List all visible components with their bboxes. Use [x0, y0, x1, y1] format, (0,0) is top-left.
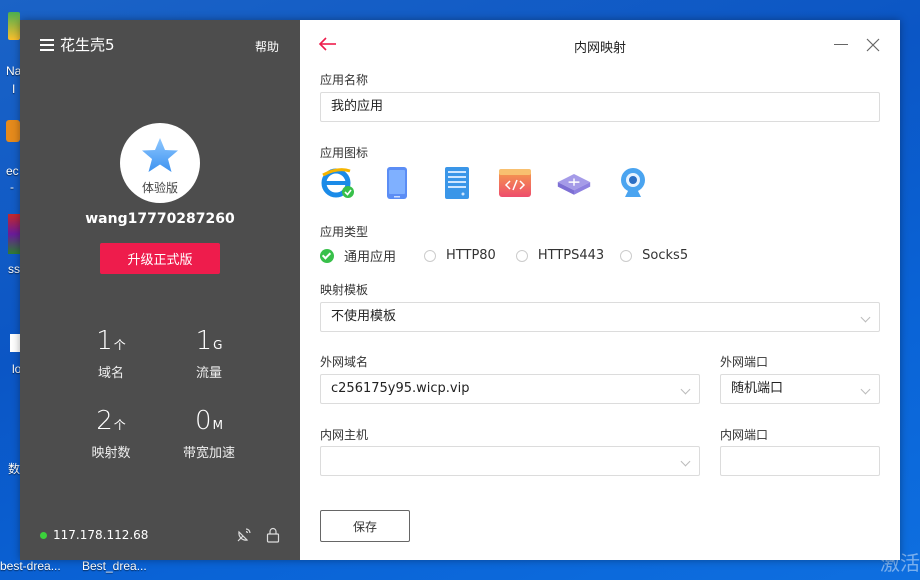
ip-address: 117.178.112.68	[53, 528, 149, 542]
stat-unit: 个	[113, 338, 126, 352]
stat-mappings: 2个 映射数	[56, 406, 166, 461]
ie-icon[interactable]	[320, 165, 356, 201]
radio-unchecked-icon	[620, 249, 633, 262]
star-icon	[142, 138, 178, 172]
radio-checked-icon	[320, 248, 334, 263]
stat-value: 0	[195, 406, 212, 436]
desktop-icon-2[interactable]	[6, 120, 20, 142]
stat-unit: 个	[113, 418, 126, 432]
radio-label: HTTPS443	[537, 248, 605, 263]
code-icon[interactable]	[497, 165, 533, 201]
username: wang17770287260	[85, 211, 235, 227]
desktop-icon-1[interactable]	[8, 12, 20, 40]
satellite-icon[interactable]	[236, 527, 252, 543]
chevron-down-icon	[860, 384, 871, 395]
stat-unit: M	[212, 418, 223, 432]
ext-port-select[interactable]: 随机端口	[720, 374, 880, 404]
app-type-label: 应用类型	[320, 225, 369, 239]
chevron-down-icon	[680, 456, 691, 467]
app-name-input[interactable]: 我的应用	[320, 92, 880, 122]
template-label: 映射模板	[320, 283, 369, 297]
radio-https443[interactable]: HTTPS443	[515, 246, 605, 265]
upgrade-button[interactable]: 升级正式版	[100, 243, 220, 274]
server-icon[interactable]	[438, 165, 474, 201]
mapping-panel: 内网映射 应用名称 我的应用 应用图标 应用类型 通用应用 HTTP80 HTT…	[300, 20, 900, 560]
domain-label: 外网域名	[320, 355, 369, 369]
host-label: 内网主机	[320, 428, 369, 442]
app-icon-label: 应用图标	[320, 146, 369, 160]
sidebar: 花生壳5 帮助 体验版 wang17770287260 升级正式版 1个 域名 …	[20, 20, 300, 560]
app-title: 花生壳5	[60, 36, 115, 54]
stat-label: 域名	[97, 366, 124, 381]
stat-value: 1	[96, 326, 113, 356]
radio-socks5[interactable]: Socks5	[620, 246, 688, 265]
host-select[interactable]	[320, 446, 700, 476]
stat-label: 映射数	[91, 446, 131, 461]
app-icon-picker	[320, 165, 651, 201]
chevron-down-icon	[680, 384, 691, 395]
desktop-icon-label: ss	[8, 262, 20, 276]
stat-bandwidth: 0M 带宽加速	[154, 406, 264, 461]
int-port-label: 内网端口	[720, 428, 769, 442]
domain-value: c256175y95.wicp.vip	[331, 381, 470, 396]
desktop-icon-label: -	[10, 180, 14, 194]
ip-status: 117.178.112.68	[40, 528, 148, 542]
template-select[interactable]: 不使用模板	[320, 302, 880, 332]
taskbar-item[interactable]: Best_drea...	[82, 559, 147, 573]
int-port-input[interactable]	[720, 446, 880, 476]
radio-general-app[interactable]: 通用应用	[320, 246, 396, 265]
domain-select[interactable]: c256175y95.wicp.vip	[320, 374, 700, 404]
minimize-icon[interactable]	[834, 44, 848, 45]
edition-label: 体验版	[141, 181, 178, 195]
help-link[interactable]: 帮助	[255, 38, 279, 55]
app-type-radio-group: 通用应用 HTTP80 HTTPS443 Socks5	[320, 246, 704, 265]
avatar[interactable]: 体验版	[120, 123, 200, 203]
phone-icon[interactable]	[379, 165, 415, 201]
panel-title: 内网映射	[573, 41, 626, 56]
stat-value: 1	[195, 326, 213, 356]
desktop-icon-label: 数	[8, 462, 21, 476]
radio-unchecked-icon	[515, 249, 528, 262]
radio-unchecked-icon	[424, 249, 437, 262]
desktop-icon-label: ec	[6, 164, 19, 178]
stat-label: 带宽加速	[182, 446, 235, 461]
desktop-icon-label: I	[12, 82, 16, 96]
desktop-icon-3[interactable]	[8, 214, 20, 254]
app-name-label: 应用名称	[320, 73, 369, 87]
radio-label: Socks5	[642, 248, 689, 263]
sidebar-header: 花生壳5	[40, 34, 115, 55]
desktop-icon-4[interactable]	[10, 334, 20, 352]
online-status-dot	[40, 531, 47, 539]
radio-http80[interactable]: HTTP80	[424, 246, 496, 265]
app-window: 花生壳5 帮助 体验版 wang17770287260 升级正式版 1个 域名 …	[20, 20, 900, 560]
lock-icon[interactable]	[266, 527, 280, 543]
stat-domains: 1个 域名	[56, 326, 166, 381]
router-icon[interactable]	[556, 165, 592, 201]
webcam-icon[interactable]	[615, 165, 651, 201]
stat-unit: G	[213, 338, 223, 352]
stat-label: 流量	[195, 366, 222, 381]
ext-port-label: 外网端口	[720, 355, 769, 369]
taskbar-item[interactable]: best-drea...	[0, 559, 61, 573]
ext-port-value: 随机端口	[731, 381, 784, 396]
radio-label: HTTP80	[446, 248, 496, 263]
close-icon[interactable]	[866, 38, 880, 52]
stat-value: 2	[96, 406, 113, 436]
template-value: 不使用模板	[331, 309, 397, 324]
save-button[interactable]: 保存	[320, 510, 410, 542]
sidebar-footer-icons	[236, 527, 280, 543]
stat-traffic: 1G 流量	[154, 326, 264, 381]
chevron-down-icon	[860, 312, 871, 323]
menu-icon[interactable]	[40, 38, 54, 51]
radio-label: 通用应用	[344, 250, 397, 265]
